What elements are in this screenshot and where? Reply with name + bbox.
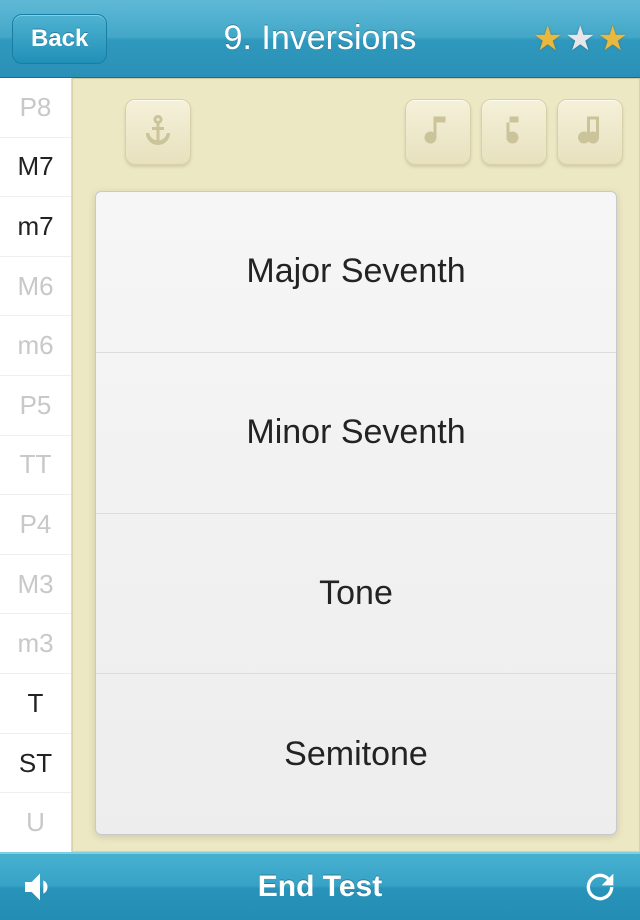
star-icon: ★ — [533, 22, 563, 56]
restart-button[interactable] — [580, 867, 620, 907]
answer-option[interactable]: Minor Seventh — [96, 353, 616, 514]
back-button[interactable]: Back — [12, 14, 107, 64]
answer-option[interactable]: Tone — [96, 514, 616, 675]
sidebar-item-label: M7 — [17, 151, 53, 182]
sidebar-item-st[interactable]: ST — [0, 734, 71, 794]
sidebar-item-label: T — [28, 688, 44, 719]
speaker-icon — [20, 867, 60, 907]
sidebar-item-u[interactable]: U — [0, 793, 71, 852]
play-toolbar — [89, 93, 623, 171]
sidebar-item-label: P5 — [20, 390, 52, 421]
anchor-icon — [140, 112, 176, 153]
sidebar-item-label: U — [26, 807, 45, 838]
sidebar-item-label: M6 — [17, 271, 53, 302]
sidebar-item-label: m7 — [17, 211, 53, 242]
sidebar-item-m6-major[interactable]: M6 — [0, 257, 71, 317]
header-bar: Back 9. Inversions ★ ★ ★ — [0, 0, 640, 78]
sidebar-item-label: TT — [20, 449, 52, 480]
refresh-icon — [580, 867, 620, 907]
play-harmonic-icon — [572, 112, 608, 153]
answer-option-label: Tone — [319, 574, 393, 613]
answer-option-label: Minor Seventh — [246, 413, 465, 452]
back-button-label: Back — [31, 25, 88, 52]
difficulty-stars: ★ ★ ★ — [533, 22, 628, 56]
sidebar-item-m3-major[interactable]: M3 — [0, 555, 71, 615]
sidebar-item-m6-minor[interactable]: m6 — [0, 316, 71, 376]
sidebar-item-label: ST — [19, 748, 52, 779]
sidebar-item-t[interactable]: T — [0, 674, 71, 734]
main-area: P8 M7 m7 M6 m6 P5 TT P4 M3 m3 T ST U — [0, 78, 640, 852]
play-harmonic-button[interactable] — [557, 99, 623, 165]
sidebar-item-label: m6 — [17, 330, 53, 361]
sidebar-item-m3-minor[interactable]: m3 — [0, 614, 71, 674]
sidebar-item-p8[interactable]: P8 — [0, 78, 71, 138]
sidebar-item-label: P8 — [20, 92, 52, 123]
star-icon: ★ — [598, 22, 628, 56]
play-descending-icon — [496, 112, 532, 153]
interval-sidebar: P8 M7 m7 M6 m6 P5 TT P4 M3 m3 T ST U — [0, 78, 72, 852]
sidebar-item-m7-major[interactable]: M7 — [0, 138, 71, 198]
answer-option-label: Semitone — [284, 735, 428, 774]
sound-button[interactable] — [20, 867, 60, 907]
sidebar-item-label: P4 — [20, 509, 52, 540]
sidebar-item-p5[interactable]: P5 — [0, 376, 71, 436]
sidebar-item-tt[interactable]: TT — [0, 436, 71, 496]
sidebar-item-p4[interactable]: P4 — [0, 495, 71, 555]
play-descending-button[interactable] — [481, 99, 547, 165]
answer-option[interactable]: Major Seventh — [96, 192, 616, 353]
footer-bar[interactable]: End Test — [0, 852, 640, 920]
answer-option-label: Major Seventh — [246, 252, 465, 291]
sidebar-item-m7-minor[interactable]: m7 — [0, 197, 71, 257]
play-ascending-icon — [420, 112, 456, 153]
answer-card: Major Seventh Minor Seventh Tone Semiton… — [95, 191, 617, 835]
anchor-button[interactable] — [125, 99, 191, 165]
end-test-label: End Test — [0, 870, 640, 904]
answer-option[interactable]: Semitone — [96, 674, 616, 834]
sidebar-item-label: m3 — [17, 628, 53, 659]
sidebar-item-label: M3 — [17, 569, 53, 600]
play-ascending-button[interactable] — [405, 99, 471, 165]
stage-panel: Major Seventh Minor Seventh Tone Semiton… — [72, 78, 640, 852]
star-icon: ★ — [565, 22, 595, 56]
